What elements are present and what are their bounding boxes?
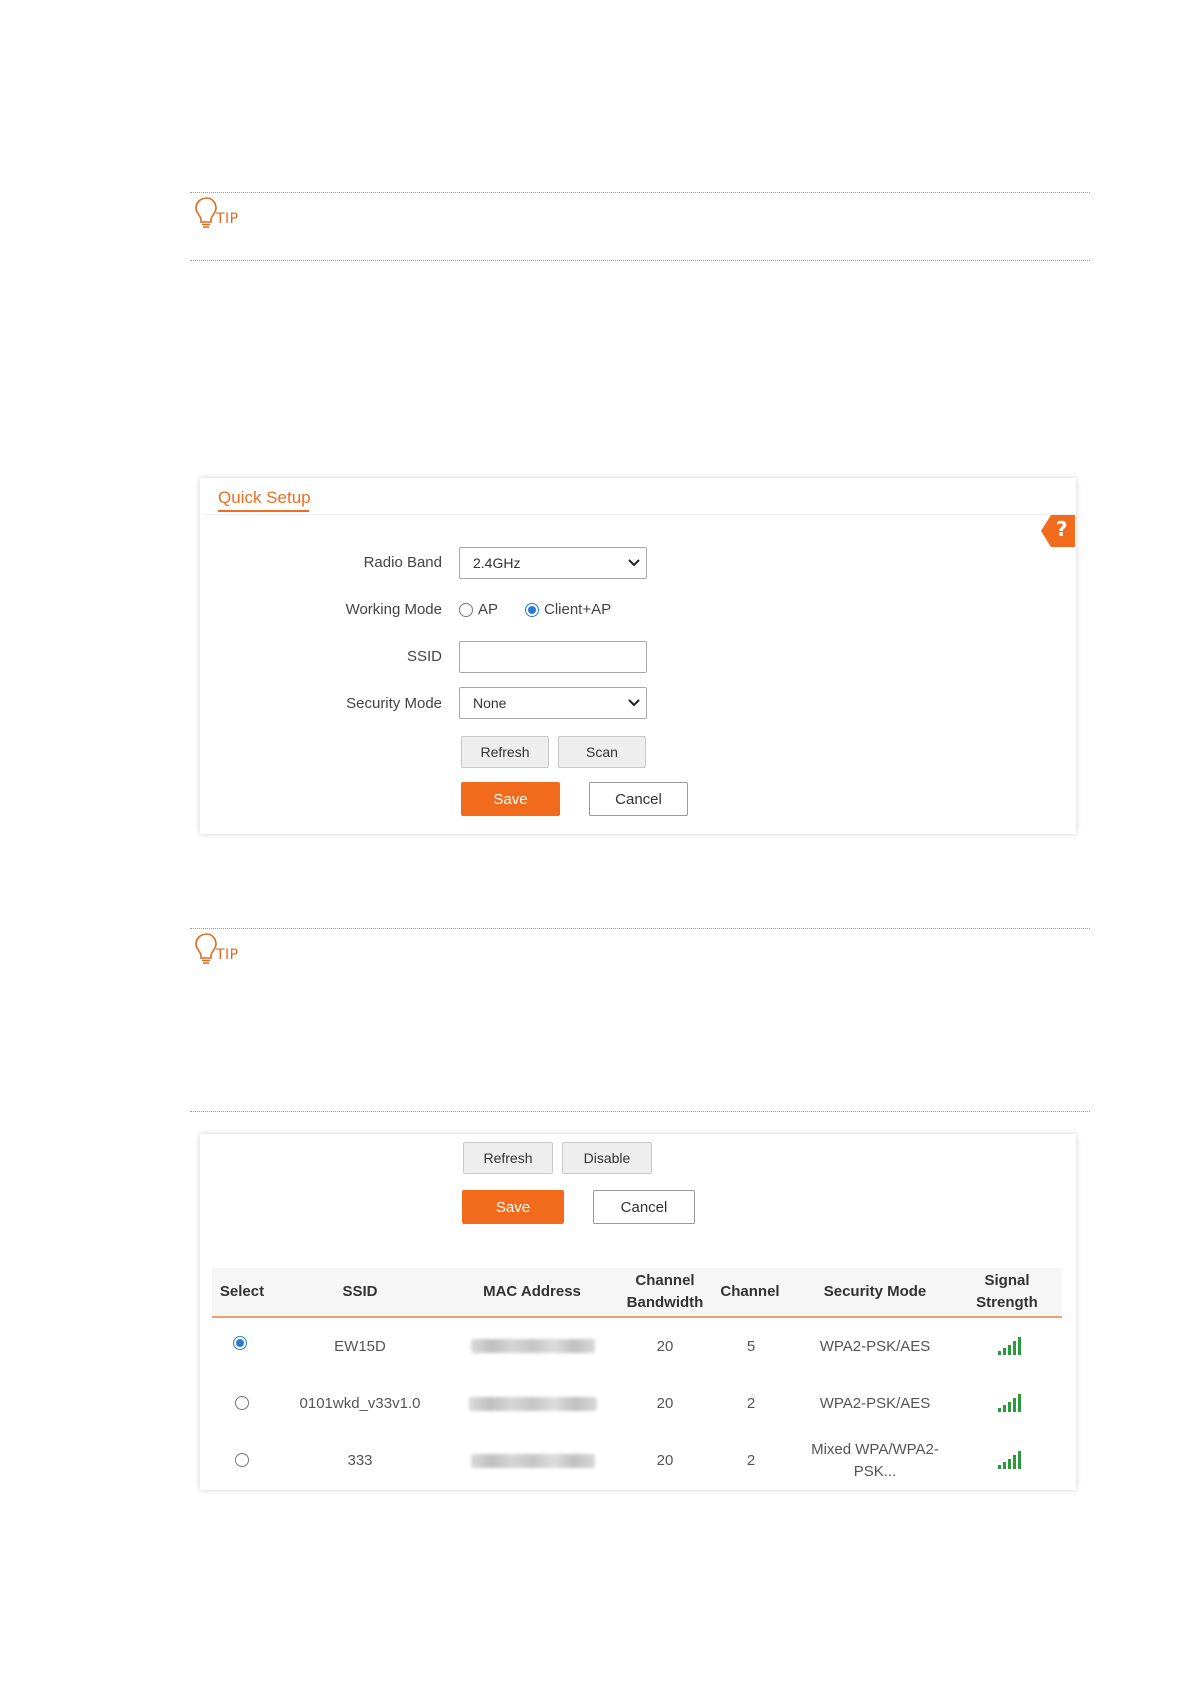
column-header-security: Security Mode bbox=[823, 1283, 927, 1300]
disable-button[interactable]: Disable bbox=[562, 1142, 652, 1174]
save-button[interactable]: Save bbox=[462, 1190, 564, 1224]
row-ssid: 333 bbox=[347, 1452, 373, 1469]
title-underline bbox=[218, 510, 309, 512]
save-button[interactable]: Save bbox=[461, 782, 560, 816]
column-header-ssid: SSID bbox=[342, 1283, 378, 1300]
row-bandwidth: 20 bbox=[656, 1395, 674, 1412]
row-ssid: EW15D bbox=[334, 1338, 386, 1355]
row-bandwidth: 20 bbox=[656, 1452, 674, 1469]
cancel-button[interactable]: Cancel bbox=[589, 782, 688, 816]
column-header-select: Select bbox=[219, 1283, 265, 1300]
panel-title[interactable]: Quick Setup bbox=[218, 488, 311, 508]
row-security-line2: PSK... bbox=[853, 1463, 897, 1480]
scan-button[interactable]: Scan bbox=[558, 736, 646, 768]
tip-top-rule bbox=[190, 192, 1090, 193]
column-header-bandwidth-line2: Bandwidth bbox=[626, 1294, 704, 1311]
tip-bottom-rule bbox=[190, 1111, 1090, 1112]
chevron-down-icon bbox=[628, 559, 640, 567]
column-header-bandwidth: Channel Bandwidth bbox=[612, 1270, 718, 1314]
title-divider bbox=[203, 514, 1073, 515]
help-tab[interactable]: ? bbox=[1041, 515, 1075, 547]
signal-strength-icon bbox=[998, 1337, 1021, 1355]
row-security: WPA2-PSK/AES bbox=[790, 1336, 960, 1358]
radio-band-label: Radio Band bbox=[363, 554, 442, 571]
tip-label: TIP bbox=[216, 211, 239, 227]
column-header-signal: Signal Strength bbox=[962, 1270, 1052, 1314]
refresh-button[interactable]: Refresh bbox=[463, 1142, 553, 1174]
row-channel: 2 bbox=[746, 1452, 756, 1469]
signal-strength-icon bbox=[998, 1451, 1021, 1469]
row-security-line1: WPA2-PSK/AES bbox=[819, 1338, 931, 1355]
working-mode-ap-radio[interactable] bbox=[459, 603, 473, 617]
column-header-mac: MAC Address bbox=[483, 1283, 581, 1300]
tip-bottom-rule bbox=[190, 260, 1090, 261]
row-select-radio[interactable] bbox=[233, 1336, 247, 1350]
cancel-button[interactable]: Cancel bbox=[593, 1190, 695, 1224]
help-label: ? bbox=[1056, 517, 1068, 541]
row-select-radio[interactable] bbox=[235, 1396, 249, 1410]
row-channel: 2 bbox=[746, 1395, 756, 1412]
row-security-line1: Mixed WPA/WPA2- bbox=[811, 1441, 939, 1458]
security-mode-value: None bbox=[473, 695, 507, 711]
table-header-underline bbox=[212, 1316, 1062, 1318]
tip-top-rule bbox=[190, 928, 1090, 929]
row-security: Mixed WPA/WPA2- PSK... bbox=[790, 1439, 960, 1483]
working-mode-client-ap-label: Client+AP bbox=[544, 601, 612, 618]
ssid-label: SSID bbox=[406, 648, 442, 665]
row-mac-redacted bbox=[469, 1397, 597, 1411]
row-select-radio[interactable] bbox=[235, 1453, 249, 1467]
row-bandwidth: 20 bbox=[656, 1338, 674, 1355]
radio-band-value: 2.4GHz bbox=[473, 555, 521, 571]
working-mode-client-ap-radio[interactable] bbox=[525, 603, 539, 617]
row-ssid: 0101wkd_v33v1.0 bbox=[299, 1395, 421, 1412]
column-header-signal-line2: Strength bbox=[976, 1294, 1038, 1311]
security-mode-label: Security Mode bbox=[346, 695, 442, 712]
refresh-button[interactable]: Refresh bbox=[461, 736, 549, 768]
column-header-channel: Channel bbox=[720, 1283, 780, 1300]
row-security: WPA2-PSK/AES bbox=[790, 1393, 960, 1415]
security-mode-select[interactable]: None bbox=[459, 687, 647, 719]
ssid-input[interactable] bbox=[459, 641, 647, 673]
column-header-bandwidth-line1: Channel bbox=[635, 1272, 695, 1289]
row-channel: 5 bbox=[746, 1338, 756, 1355]
row-mac-redacted bbox=[471, 1339, 595, 1353]
signal-strength-icon bbox=[998, 1394, 1021, 1412]
radio-band-select[interactable]: 2.4GHz bbox=[459, 547, 647, 579]
working-mode-ap-label: AP bbox=[478, 601, 499, 618]
column-header-signal-line1: Signal bbox=[984, 1272, 1030, 1289]
working-mode-label: Working Mode bbox=[345, 601, 442, 618]
row-mac-redacted bbox=[471, 1454, 595, 1468]
row-security-line1: WPA2-PSK/AES bbox=[819, 1395, 931, 1412]
chevron-down-icon bbox=[628, 699, 640, 707]
tip-label: TIP bbox=[216, 947, 239, 963]
